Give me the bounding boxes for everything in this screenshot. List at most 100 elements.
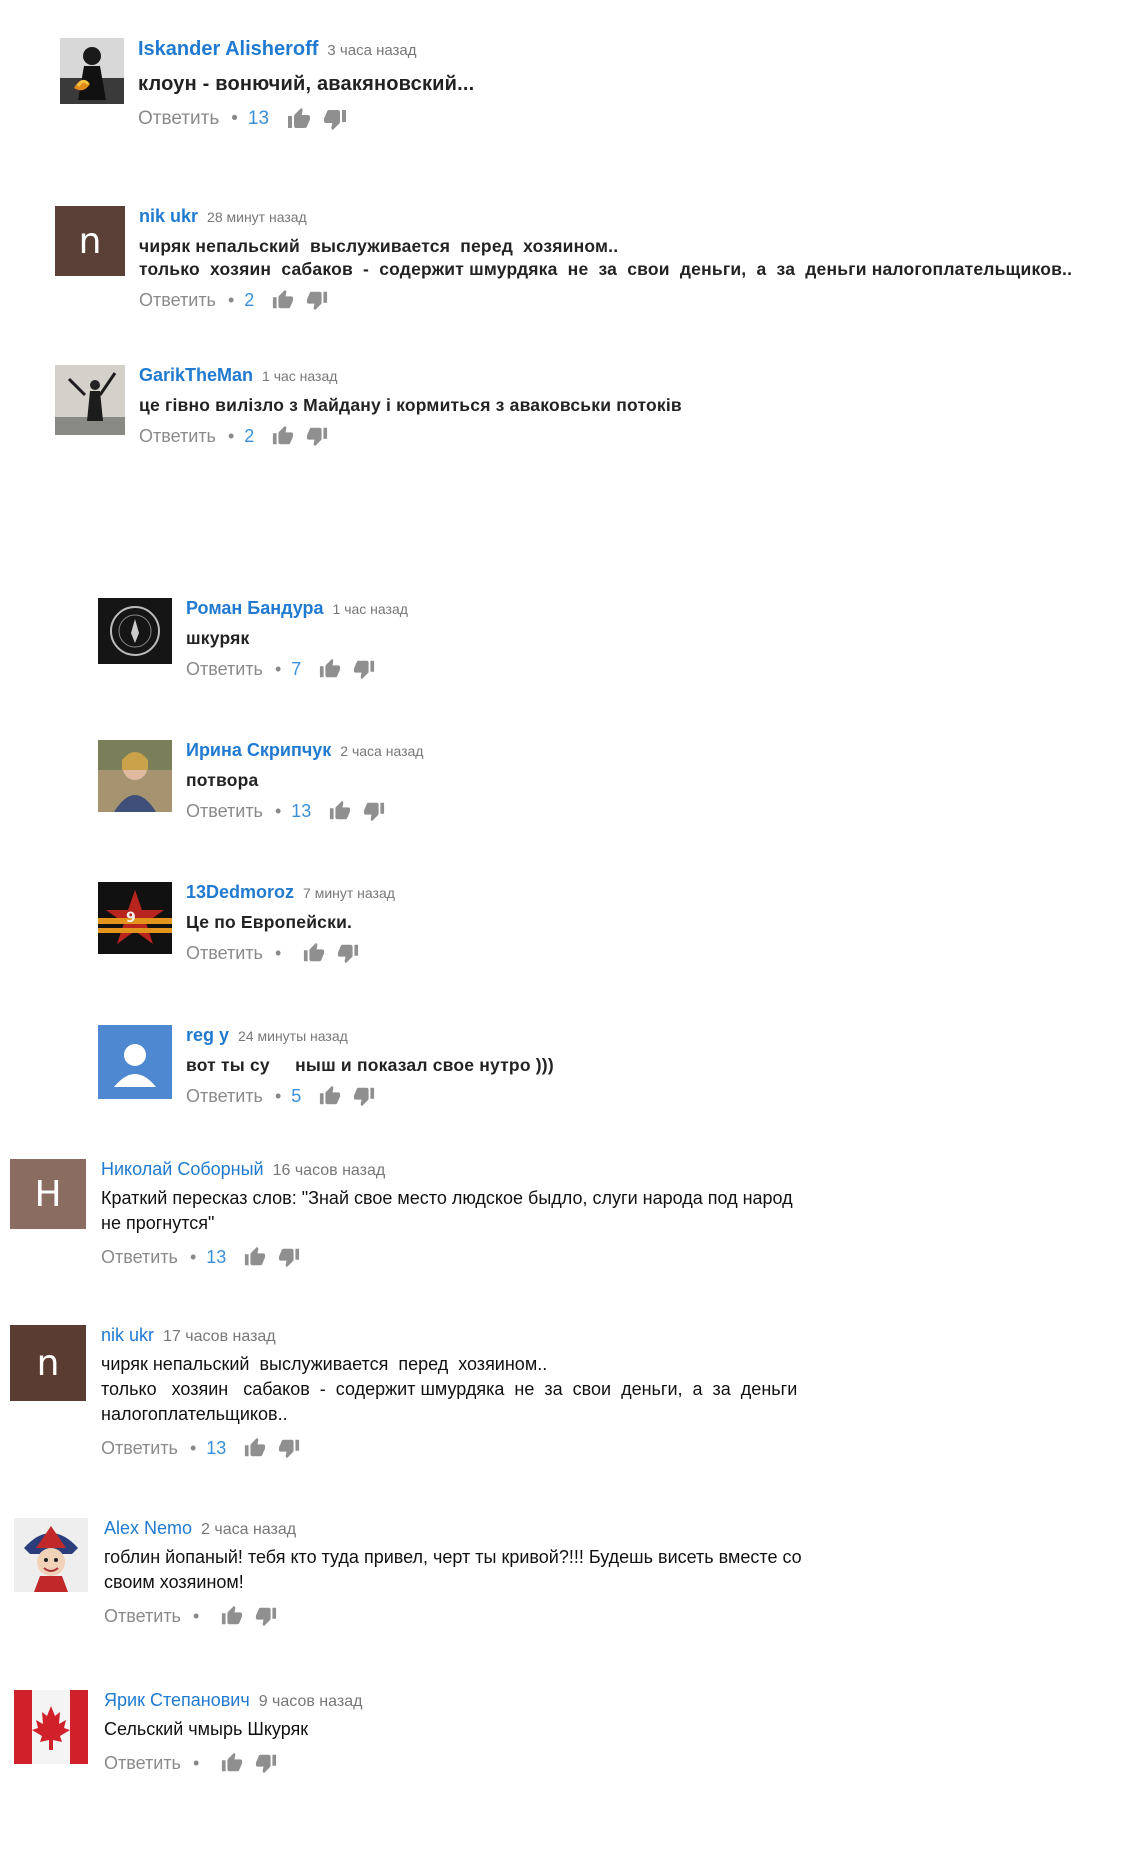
reply-button[interactable]: Ответить (186, 659, 263, 680)
reply-button[interactable]: Ответить (101, 1247, 178, 1268)
like-count: 2 (244, 425, 255, 446)
comment-text: шкуряк (186, 628, 250, 648)
separator-dot: • (192, 1752, 200, 1773)
avatar-letter: n (78, 220, 102, 262)
avatar[interactable]: n (55, 206, 125, 276)
comment-time[interactable]: 2 часа назад (340, 743, 423, 759)
comment: n nik ukr 28 минут назад чиряк непальски… (55, 206, 1072, 311)
like-count: 7 (291, 658, 302, 679)
thumb-up-icon[interactable] (319, 1085, 341, 1107)
reply-button[interactable]: Ответить (186, 1086, 263, 1107)
thumb-up-icon[interactable] (303, 942, 325, 964)
svg-text:9: 9 (126, 910, 136, 926)
avatar[interactable] (60, 38, 124, 104)
comment-author[interactable]: reg y (186, 1025, 229, 1046)
comment-actions: Ответить • 2 (139, 289, 1072, 311)
comment-text: Це по Европейски. (186, 912, 353, 932)
comment-time[interactable]: 9 часов назад (259, 1693, 363, 1711)
comment-actions: Ответить • 13 (101, 1246, 793, 1268)
thumb-up-icon[interactable] (221, 1605, 243, 1627)
emblem-icon (98, 598, 172, 664)
thumb-down-icon[interactable] (255, 1752, 277, 1774)
comment: GarikTheMan 1 час назад це гівно вилізло… (55, 365, 682, 447)
thumb-down-icon[interactable] (323, 107, 347, 131)
like-count: 2 (244, 289, 255, 310)
avatar[interactable] (14, 1690, 88, 1764)
comment: H Николай Соборный 16 часов назад Кратки… (10, 1159, 793, 1268)
thumb-down-icon[interactable] (353, 1085, 375, 1107)
separator-dot: • (189, 1246, 197, 1267)
thumb-up-icon[interactable] (221, 1752, 243, 1774)
comment: Ирина Скрипчук 2 часа назад потвора Отве… (98, 740, 423, 822)
comment-author[interactable]: Николай Соборный (101, 1159, 264, 1180)
avatar[interactable]: 9 (98, 882, 172, 954)
comment-author[interactable]: 13Dedmoroz (186, 882, 294, 903)
comment-author[interactable]: Alex Nemo (104, 1518, 192, 1539)
comment-time[interactable]: 16 часов назад (273, 1162, 386, 1180)
thumb-down-icon[interactable] (306, 289, 328, 311)
thumb-up-icon[interactable] (244, 1437, 266, 1459)
reply-button[interactable]: Ответить (104, 1753, 181, 1774)
separator-dot: • (227, 425, 235, 446)
avatar[interactable] (98, 598, 172, 664)
default-user-icon (98, 1025, 172, 1099)
reply-button[interactable]: Ответить (186, 801, 263, 822)
reply-button[interactable]: Ответить (139, 290, 216, 311)
separator-dot: • (189, 1437, 197, 1458)
separator-dot: • (274, 1085, 282, 1106)
reply-button[interactable]: Ответить (186, 943, 263, 964)
thumb-up-icon[interactable] (272, 425, 294, 447)
thumb-down-icon[interactable] (337, 942, 359, 964)
comment-time[interactable]: 24 минуты назад (238, 1028, 348, 1044)
comment: 9 13Dedmoroz 7 минут назад Це по Европей… (98, 882, 395, 964)
comment-actions: Ответить • (104, 1752, 362, 1774)
reply-button[interactable]: Ответить (139, 426, 216, 447)
thumb-up-icon[interactable] (244, 1246, 266, 1268)
thumb-down-icon[interactable] (278, 1246, 300, 1268)
thumb-up-icon[interactable] (319, 658, 341, 680)
thumb-down-icon[interactable] (306, 425, 328, 447)
avatar-photo-icon (60, 38, 124, 104)
avatar-photo-icon (55, 365, 125, 435)
comment-author[interactable]: Ярик Степанович (104, 1690, 250, 1711)
comment: n nik ukr 17 часов назад чиряк непальски… (10, 1325, 797, 1459)
comment-author[interactable]: Iskander Alisheroff (138, 38, 318, 61)
separator-dot: • (274, 942, 282, 963)
comment-actions: Ответить • 13 (101, 1437, 797, 1459)
comment-time[interactable]: 7 минут назад (303, 885, 395, 901)
comment-time[interactable]: 2 часа назад (201, 1521, 296, 1539)
like-count: 13 (291, 800, 312, 821)
avatar[interactable]: n (10, 1325, 86, 1401)
comment-time[interactable]: 1 час назад (333, 601, 408, 617)
avatar[interactable]: H (10, 1159, 86, 1229)
avatar-letter: n (36, 1342, 60, 1384)
like-count: 13 (247, 108, 270, 129)
comment-author[interactable]: nik ukr (139, 206, 198, 227)
thumb-down-icon[interactable] (278, 1437, 300, 1459)
comment-time[interactable]: 3 часа назад (327, 42, 416, 59)
comment-author[interactable]: nik ukr (101, 1325, 154, 1346)
comment-author[interactable]: Ирина Скрипчук (186, 740, 331, 761)
comment-author[interactable]: GarikTheMan (139, 365, 253, 386)
comment-time[interactable]: 17 часов назад (163, 1328, 276, 1346)
avatar[interactable] (55, 365, 125, 435)
reply-button[interactable]: Ответить (104, 1606, 181, 1627)
comment-author[interactable]: Роман Бандура (186, 598, 324, 619)
avatar[interactable] (98, 740, 172, 812)
reply-button[interactable]: Ответить (138, 108, 219, 130)
thumb-up-icon[interactable] (329, 800, 351, 822)
reply-button[interactable]: Ответить (101, 1438, 178, 1459)
thumb-down-icon[interactable] (255, 1605, 277, 1627)
comment: Iskander Alisheroff 3 часа назад клоун -… (60, 38, 474, 131)
avatar[interactable] (98, 1025, 172, 1099)
thumb-up-icon[interactable] (272, 289, 294, 311)
separator-dot: • (274, 800, 282, 821)
comment-actions: Ответить • 13 (138, 107, 474, 131)
comment-time[interactable]: 28 минут назад (207, 209, 307, 225)
comment-time[interactable]: 1 час назад (262, 368, 337, 384)
thumb-down-icon[interactable] (353, 658, 375, 680)
thumb-up-icon[interactable] (287, 107, 311, 131)
avatar[interactable] (14, 1518, 88, 1592)
thumb-down-icon[interactable] (363, 800, 385, 822)
comment-text: вот ты су ныш и показал свое нутро ))) (186, 1055, 554, 1075)
